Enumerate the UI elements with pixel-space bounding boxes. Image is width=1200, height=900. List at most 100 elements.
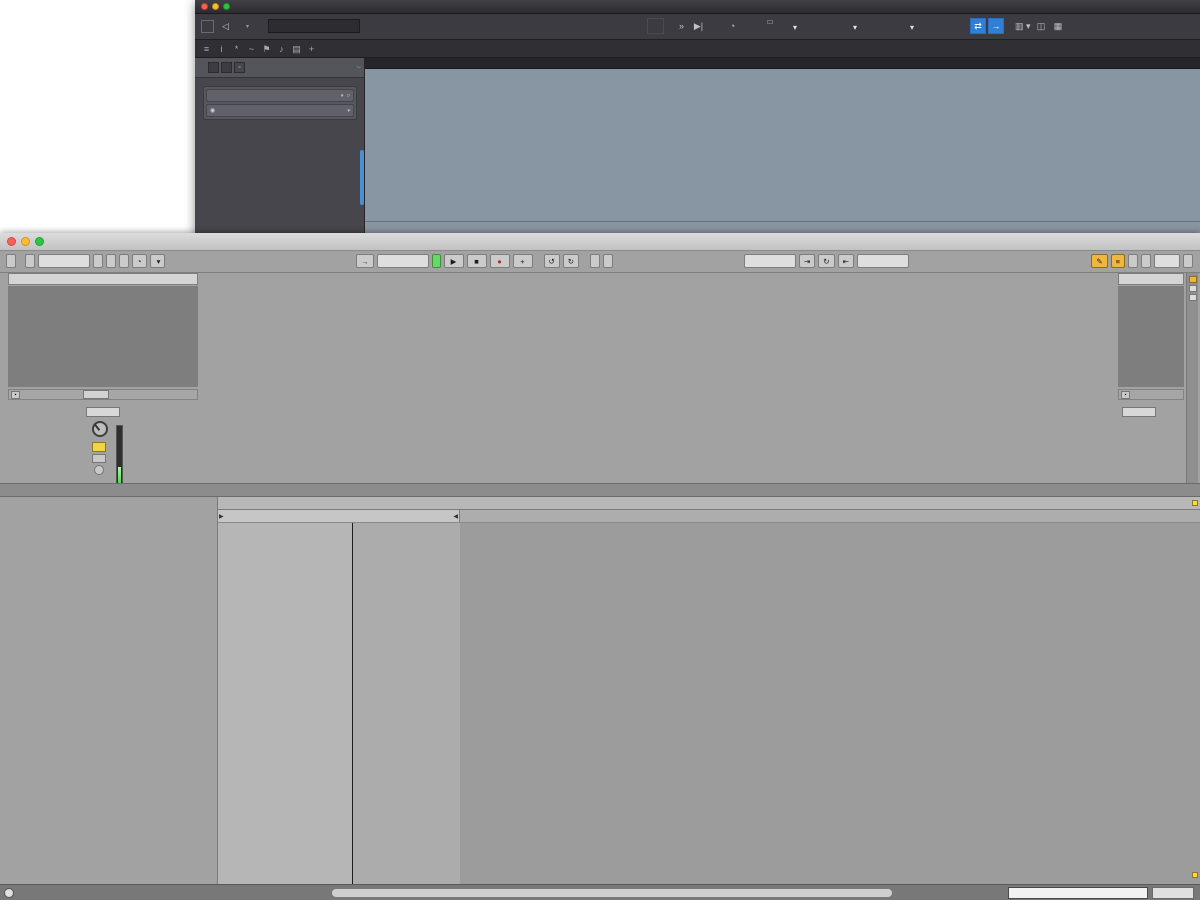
automation-arm-button[interactable]: ↺ [544,254,560,268]
quantize-cluster[interactable]: ▾ [793,16,797,38]
metronome-button[interactable]: ◔ [132,254,147,268]
arrangement-waveform-area[interactable] [365,69,1200,240]
window-splitter[interactable] [0,483,1200,497]
loop-start-field[interactable] [744,254,796,268]
list-icon[interactable]: ≡ [199,42,214,56]
clip-overview-toggle[interactable] [1189,276,1197,283]
chevron-down-icon[interactable]: ▾ [347,108,350,114]
chevron-down-icon[interactable]: ▾ [341,93,344,99]
automation-mode-button[interactable] [201,20,214,33]
loop-button[interactable]: ↻ [818,254,834,268]
automation-lane[interactable]: ◉ ▾ [206,104,354,117]
fixed-length-display[interactable] [83,390,109,399]
sample-editor[interactable] [218,523,1200,884]
wrench-icon[interactable]: * [229,42,244,56]
reenable-automation-button[interactable]: ↻ [563,254,579,268]
grid-view-icon[interactable]: ▥ ▾ [1013,18,1033,34]
add-track-icon[interactable]: + [304,42,319,56]
track-tab[interactable] [1152,887,1194,899]
midi-map-button[interactable] [1141,254,1151,268]
dual-view-icon[interactable]: ◫ [1033,18,1050,34]
vertical-scrollbar[interactable] [360,150,364,205]
close-button[interactable] [201,3,208,10]
snap-cluster[interactable]: ▾ [910,16,914,38]
quantize-button[interactable] [707,18,724,34]
follow-actions-button[interactable]: ≡ [1111,254,1125,268]
master-track-title[interactable] [1118,273,1184,285]
inspector-icon[interactable]: i [214,42,229,56]
add-lane-icon[interactable]: ○ [346,93,350,99]
loop-length-field[interactable] [857,254,909,268]
time-signature-field[interactable] [119,254,129,268]
stop-button[interactable]: ■ [467,254,487,268]
punch-in-button[interactable]: ⇥ [799,254,815,268]
loop-end-marker[interactable] [1192,500,1198,506]
session-grid[interactable] [200,286,1116,387]
minimize-button[interactable] [212,3,219,10]
solo-button[interactable] [221,62,232,73]
quantization-menu[interactable]: ▾ [150,254,166,268]
status-play-icon[interactable] [4,888,14,898]
timebase-cluster[interactable]: ▾ [853,16,857,38]
capture-new-button[interactable] [603,254,613,268]
stop-all-clips-button[interactable]: ▪ [1121,391,1130,399]
sends-show-toggle[interactable] [1189,294,1197,301]
automation-lane[interactable]: ▾ ○ [206,89,354,102]
track-volume-knob[interactable] [92,421,108,437]
beat-time-ruler[interactable] [218,497,1200,510]
track-title-banjo[interactable] [8,273,198,285]
zoom-button[interactable] [223,3,230,10]
clip-stop-button[interactable]: ▪ [11,391,20,399]
metronome-icon[interactable]: ◔ [724,18,741,34]
clip-overview[interactable] [1008,887,1148,899]
automation-curve-icon[interactable]: ~ [244,42,259,56]
record-button[interactable]: ● [490,254,510,268]
close-button[interactable] [7,237,16,246]
marker-flag-icon[interactable]: ⚑ [259,42,274,56]
follow-button[interactable]: → [356,254,374,268]
scrub-area[interactable]: ▶ ◀ [218,510,1200,523]
record-monitor-icon[interactable]: ◦ [234,62,245,73]
loop-start-handle[interactable]: ▶ [219,513,224,520]
fast-forward-icon[interactable]: » [673,18,690,34]
timeline-ruler[interactable] [365,40,1200,58]
zoom-button[interactable] [35,237,44,246]
arm-button[interactable] [94,465,104,475]
io-show-toggle[interactable] [1189,285,1197,292]
tap-tempo-button[interactable] [25,254,35,268]
draw-mode-button[interactable]: ✎ [1091,254,1107,268]
tempo-field[interactable] [38,254,90,268]
loop-brace[interactable]: ▶ ◀ [218,510,460,522]
add-locator-button[interactable]: + [513,254,533,268]
track-volume-readout[interactable] [86,407,120,417]
arrangement-position-display[interactable] [377,254,429,268]
snap-toggle-icon[interactable]: ⇄ [970,18,986,34]
control-link-display[interactable] [268,19,360,33]
punch-out-button[interactable]: ⇤ [838,254,854,268]
session-record-button[interactable] [590,254,600,268]
studio-one-titlebar[interactable] [195,0,1200,14]
loop-end-handle[interactable]: ◀ [453,513,458,520]
nudge-down-button[interactable] [93,254,103,268]
master-volume-readout[interactable] [1122,407,1156,417]
help-button[interactable] [647,18,664,34]
live-titlebar[interactable] [0,233,1200,251]
input-quantize-button[interactable] [767,20,773,24]
nudge-up-button[interactable] [106,254,116,268]
track-header[interactable]: ◦ ~ [195,58,364,78]
layers-icon[interactable]: ▤ [289,42,304,56]
minimize-button[interactable] [21,237,30,246]
solo-button[interactable] [92,454,106,463]
key-map-button[interactable] [1128,254,1138,268]
link-button[interactable] [6,254,16,268]
play-from-icon[interactable]: ▶| [690,18,707,34]
horizontal-scrollbar[interactable] [332,889,892,897]
loop-end-marker[interactable] [1192,872,1198,878]
marker-lane[interactable] [365,58,1200,69]
note-icon[interactable]: ♪ [274,42,289,56]
mute-button[interactable] [208,62,219,73]
autoscroll-icon[interactable]: → [988,18,1004,34]
mixer-view-icon[interactable]: ▦ [1050,18,1067,34]
track-activator-button[interactable] [92,442,106,452]
play-button[interactable]: ▶ [444,254,464,268]
